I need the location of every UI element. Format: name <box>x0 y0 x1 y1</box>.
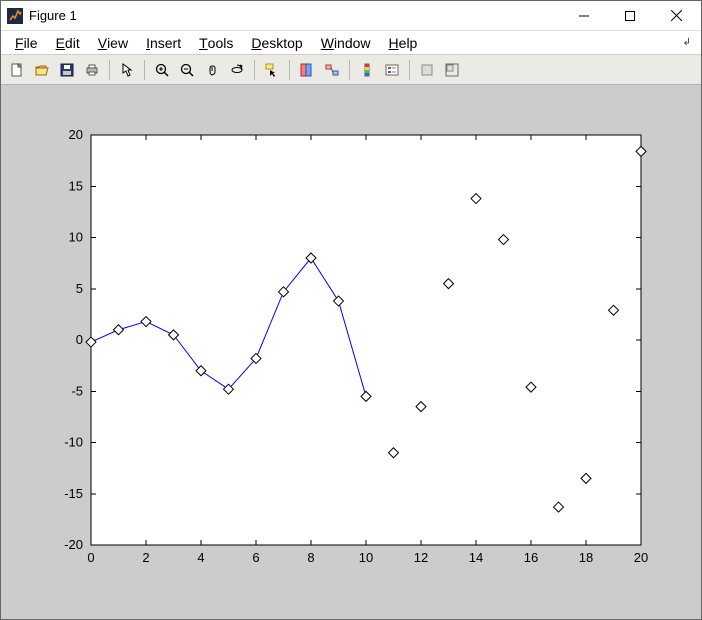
y-tick-label: 0 <box>76 332 83 347</box>
rotate-3d-button[interactable] <box>225 58 249 82</box>
minimize-button[interactable] <box>561 1 607 31</box>
y-tick-label: 20 <box>69 127 83 142</box>
menu-insert[interactable]: Insert <box>138 33 189 53</box>
open-button[interactable] <box>30 58 54 82</box>
hide-tools-button[interactable] <box>415 58 439 82</box>
menu-view[interactable]: View <box>90 33 136 53</box>
y-tick-label: -5 <box>71 383 83 398</box>
figure-canvas[interactable]: 0 2 4 6 8 10 12 14 16 18 20 -20 -15 -10 -5 0 5 10 15 20 <box>1 85 701 619</box>
maximize-button[interactable] <box>607 1 653 31</box>
x-tick-label: 16 <box>524 550 538 565</box>
toolbar <box>1 55 701 85</box>
x-tick-label: 8 <box>307 550 314 565</box>
new-figure-button[interactable] <box>5 58 29 82</box>
x-tick-label: 4 <box>197 550 204 565</box>
toolbar-dropdown-icon[interactable]: ↲ <box>683 37 695 48</box>
print-button[interactable] <box>80 58 104 82</box>
pan-button[interactable] <box>200 58 224 82</box>
titlebar: Figure 1 <box>1 1 701 31</box>
y-tick-label: 15 <box>69 178 83 193</box>
y-tick-label: 5 <box>76 281 83 296</box>
y-tick-label: -15 <box>64 486 83 501</box>
dock-button[interactable] <box>440 58 464 82</box>
y-tick-label: -20 <box>64 537 83 552</box>
menu-help[interactable]: Help <box>381 33 426 53</box>
y-tick-label: -10 <box>64 435 83 450</box>
x-tick-label: 6 <box>252 550 259 565</box>
zoom-out-button[interactable] <box>175 58 199 82</box>
x-tick-label: 2 <box>142 550 149 565</box>
menu-desktop[interactable]: Desktop <box>243 33 310 53</box>
link-button[interactable] <box>320 58 344 82</box>
menu-tools[interactable]: Tools <box>191 33 241 53</box>
y-tick-label: 10 <box>69 230 83 245</box>
window-title: Figure 1 <box>29 8 561 23</box>
menubar: File Edit View Insert Tools Desktop Wind… <box>1 31 701 55</box>
x-tick-label: 10 <box>359 550 373 565</box>
x-tick-label: 12 <box>414 550 428 565</box>
brush-button[interactable] <box>295 58 319 82</box>
x-tick-label: 18 <box>579 550 593 565</box>
zoom-in-button[interactable] <box>150 58 174 82</box>
x-tick-label: 0 <box>87 550 94 565</box>
x-tick-label: 20 <box>634 550 648 565</box>
axes[interactable]: 0 2 4 6 8 10 12 14 16 18 20 -20 -15 -10 -5 0 5 10 15 20 <box>1 85 701 619</box>
matlab-icon <box>7 8 23 24</box>
menu-edit[interactable]: Edit <box>48 33 88 53</box>
close-button[interactable] <box>653 1 699 31</box>
data-cursor-button[interactable] <box>260 58 284 82</box>
save-button[interactable] <box>55 58 79 82</box>
menu-window[interactable]: Window <box>313 33 379 53</box>
insert-legend-button[interactable] <box>380 58 404 82</box>
edit-plot-button[interactable] <box>115 58 139 82</box>
insert-colorbar-button[interactable] <box>355 58 379 82</box>
x-tick-label: 14 <box>469 550 483 565</box>
menu-file[interactable]: File <box>7 33 46 53</box>
